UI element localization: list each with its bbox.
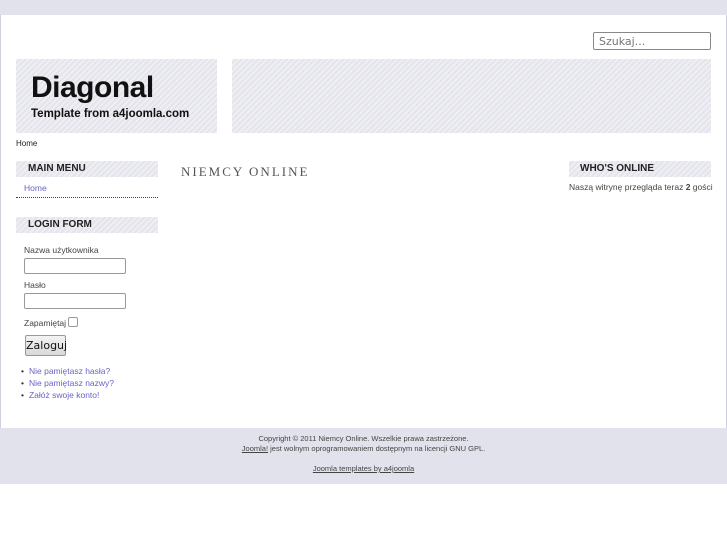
online-text-after: gości [690,182,713,192]
forgot-username-link[interactable]: Nie pamiętasz nazwy? [29,378,114,388]
joomla-link[interactable]: Joomla! [242,444,268,453]
remember-label: Zapamiętaj [24,318,67,328]
remember-checkbox[interactable] [68,317,78,327]
login-button[interactable]: Zaloguj [25,335,67,356]
login-form-heading: LOGIN FORM [16,217,158,233]
main-menu-heading: MAIN MENU [16,161,158,177]
logo[interactable]: Diagonal Template from a4joomla.com [16,59,217,133]
footer: Copyright © 2011 Niemcy Online. Wszelkie… [0,428,727,484]
menu-item-home[interactable]: Home [24,183,47,193]
register-link[interactable]: Załóż swoje konto! [29,390,99,400]
username-label: Nazwa użytkownika [24,245,99,255]
divider [16,197,158,198]
page-title: NIEMCY ONLINE [181,164,310,179]
search-input[interactable] [593,32,711,50]
header-banner [232,59,711,133]
username-input[interactable] [24,258,126,274]
templates-link[interactable]: Joomla templates by a4joomla [313,464,414,473]
top-bar [0,0,727,15]
breadcrumb: Home [16,139,38,148]
license-line: Joomla! jest wolnym oprogramowaniem dost… [0,444,727,454]
whos-online-text: Naszą witrynę przegląda teraz 2 gości [569,182,713,192]
password-input[interactable] [24,293,126,309]
online-text-before: Naszą witrynę przegląda teraz [569,182,686,192]
site-subtitle: Template from a4joomla.com [31,108,190,120]
forgot-password-link[interactable]: Nie pamiętasz hasła? [29,366,110,376]
password-label: Hasło [24,280,46,290]
copyright: Copyright © 2011 Niemcy Online. Wszelkie… [258,434,469,443]
site-title: Diagonal [31,71,154,104]
license-text: jest wolnym oprogramowaniem dostępnym na… [268,444,486,453]
login-links: Nie pamiętasz hasła? Nie pamiętasz nazwy… [21,365,114,401]
whos-online-heading: WHO'S ONLINE [569,161,711,177]
